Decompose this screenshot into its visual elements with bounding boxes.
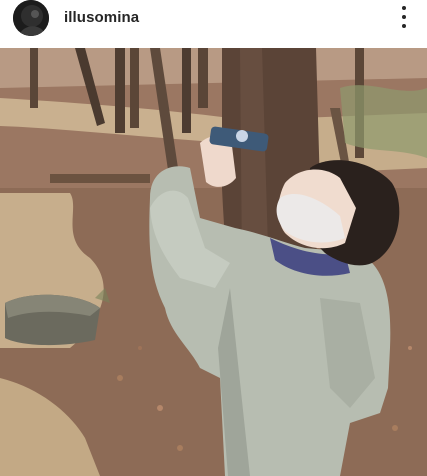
post-header: illusomina xyxy=(0,0,427,48)
forest-photo xyxy=(0,48,427,476)
username[interactable]: illusomina xyxy=(64,9,139,26)
instagram-post: illusomina xyxy=(0,0,427,476)
avatar-image xyxy=(13,0,49,36)
post-photo xyxy=(0,48,427,476)
avatar[interactable] xyxy=(13,0,49,36)
more-options-icon[interactable] xyxy=(395,6,413,28)
